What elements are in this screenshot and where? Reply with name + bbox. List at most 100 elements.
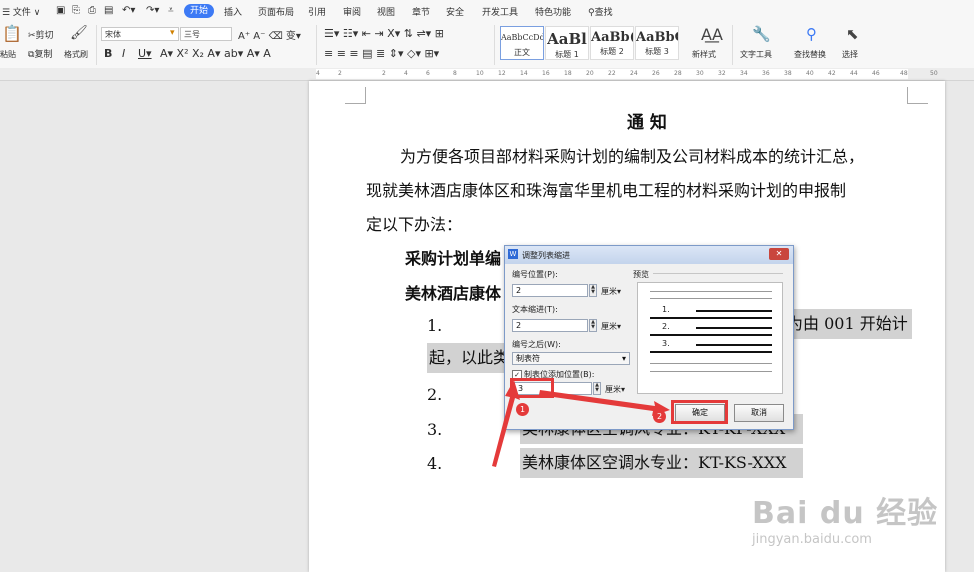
cursor-icon[interactable]: ⬉ [846, 25, 859, 43]
redo-icon[interactable]: ↷▾ [146, 5, 159, 16]
save-icon[interactable]: ▣ [56, 5, 65, 16]
ruler-tick: 26 [652, 70, 660, 77]
style-label: 标题 2 [600, 47, 624, 56]
ruler-tick: 40 [806, 70, 814, 77]
text-tools-button[interactable]: 文字工具 [740, 49, 772, 60]
copy-button[interactable]: ⧉复制 [28, 47, 52, 60]
ruler-tick: 32 [718, 70, 726, 77]
preview-line [696, 310, 772, 312]
list-number: 1. [427, 316, 443, 335]
select-button[interactable]: 选择 [842, 49, 858, 60]
cancel-button[interactable]: 取消 [734, 404, 784, 422]
tab-page-layout[interactable]: 页面布局 [258, 5, 294, 18]
unit-select[interactable]: 厘米▾ [601, 286, 621, 297]
ruler-tick: 46 [872, 70, 880, 77]
divider [96, 25, 97, 65]
ruler-tick: 18 [564, 70, 572, 77]
step-badge-1: 1 [516, 403, 529, 416]
tab-start[interactable]: 开始 [184, 4, 214, 18]
margin-corner [907, 87, 928, 104]
preview-number: 1. [662, 305, 670, 314]
ruler-tick: 38 [784, 70, 792, 77]
preview-line [650, 334, 772, 336]
style-preview: AaBl [547, 30, 587, 48]
ruler[interactable]: 4 2 2 4 6 8 10 12 14 16 18 20 22 24 26 2… [0, 68, 974, 81]
undo-icon[interactable]: ↶▾ [122, 5, 135, 16]
text-indent-input[interactable]: 2 [512, 319, 588, 332]
grow-font-icon[interactable]: A⁺ A⁻ ⌫ 变▾ [238, 27, 301, 42]
new-style-button[interactable]: 新样式 [692, 49, 716, 60]
bullets-icon[interactable]: ☰▾ ☷▾ ⇤ ⇥ Ⅹ▾ ⇅ ⇌▾ ⊞ [324, 27, 444, 40]
tab-chapter[interactable]: 章节 [412, 5, 430, 18]
new-style-icon[interactable]: A͟A [701, 25, 723, 44]
ruler-tick: 6 [426, 70, 430, 77]
ruler-tick: 42 [828, 70, 836, 77]
list-item-text: 起，以此类 [427, 343, 511, 373]
print-icon[interactable]: ⎙ [88, 5, 96, 16]
chevron-down-icon[interactable]: ▾ [170, 28, 175, 38]
after-number-select[interactable]: 制表符 ▾ [512, 352, 630, 365]
tab-review[interactable]: 审阅 [343, 5, 361, 18]
find-replace-button[interactable]: 查找替换 [794, 49, 826, 60]
after-number-label: 编号之后(W): [512, 340, 561, 349]
close-icon[interactable]: ✕ [769, 248, 789, 260]
search-icon: ⚲ [588, 8, 595, 18]
style-heading1[interactable]: AaBl 标题 1 [545, 26, 589, 60]
unit-select[interactable]: 厘米▾ [601, 321, 621, 332]
cut-button[interactable]: ✂剪切 [28, 28, 54, 41]
font-size-select[interactable]: 三号 [180, 27, 232, 41]
wrench-icon[interactable]: 🔧 [752, 25, 771, 43]
margin-corner [345, 87, 366, 104]
ruler-tick: 48 [900, 70, 908, 77]
style-normal[interactable]: AaBbCcDd 正文 [500, 26, 544, 60]
style-preview: AaBbC [636, 30, 678, 45]
preview-line [650, 317, 772, 319]
ruler-tick: 16 [542, 70, 550, 77]
dialog-titlebar[interactable]: W 调整列表缩进 ✕ [505, 246, 793, 264]
ruler-tick: 4 [316, 70, 320, 77]
search-command[interactable]: ⚲查找 [588, 5, 613, 18]
text-indent-label: 文本缩进(T): [512, 305, 558, 314]
tab-security[interactable]: 安全 [446, 5, 464, 18]
number-position-spinner[interactable]: ▲ ▼ [589, 284, 597, 297]
export-pdf-icon[interactable]: ⎘ [72, 5, 80, 16]
style-heading3[interactable]: AaBbC 标题 3 [635, 26, 679, 60]
paste-label[interactable]: 粘贴 [0, 49, 16, 60]
tab-references[interactable]: 引用 [308, 5, 326, 18]
style-label: 正文 [514, 48, 530, 57]
align-icon[interactable]: ≡ ≡ ≡ ▤ ≣ ⇕▾ ◇▾ ⊞▾ [324, 47, 439, 60]
file-menu[interactable]: ☰ 文件 ∨ [2, 5, 40, 18]
ruler-tick: 4 [404, 70, 408, 77]
font-effects-icon[interactable]: A▾ X² X₂ A▾ ab▾ A▾ A [160, 47, 271, 60]
preview-line [650, 351, 772, 353]
font-name-select[interactable]: 宋体 [101, 27, 179, 41]
search-label: 查找 [594, 8, 613, 18]
tab-insert[interactable]: 插入 [224, 5, 242, 18]
tab-developer[interactable]: 开发工具 [482, 5, 518, 18]
text-indent-spinner[interactable]: ▲ ▼ [589, 319, 597, 332]
section-heading: 美林酒店康体 [405, 284, 502, 303]
scissors-icon: ✂ [28, 31, 36, 41]
number-position-input[interactable]: 2 [512, 284, 588, 297]
preview-line [650, 298, 772, 299]
format-painter-label[interactable]: 格式刷 [64, 49, 88, 60]
preview-number: 3. [662, 339, 670, 348]
divider [494, 25, 495, 65]
customize-toolbar-icon[interactable]: ⩡ [168, 5, 174, 16]
underline-button[interactable]: U▾ [138, 47, 152, 60]
format-painter-icon[interactable]: 🖌 [70, 25, 88, 41]
bold-button[interactable]: B [104, 47, 112, 60]
list-number: 2. [427, 385, 443, 404]
italic-button[interactable]: I [122, 47, 125, 60]
menu-bar: ☰ 文件 ∨ ▣ ⎘ ⎙ ▤ ↶▾ ↷▾ ⩡ 开始 插入 页面布局 引用 审阅 … [0, 0, 974, 22]
tab-view[interactable]: 视图 [377, 5, 395, 18]
dialog-title: 调整列表缩进 [522, 251, 570, 260]
style-heading2[interactable]: AaBb( 标题 2 [590, 26, 634, 60]
paragraph-line: 为方便各项目部材料采购计划的编制及公司材料成本的统计汇总， [400, 147, 865, 166]
print-preview-icon[interactable]: ▤ [104, 5, 113, 16]
tab-special[interactable]: 特色功能 [535, 5, 571, 18]
paragraph-line: 现就美林酒店康体区和珠海富华里机电工程的材料采购计划的申报制 [366, 181, 847, 200]
arrow-up-icon [492, 380, 520, 467]
paste-icon[interactable]: 📋 [2, 24, 22, 43]
search-icon[interactable]: ⚲ [806, 25, 817, 43]
